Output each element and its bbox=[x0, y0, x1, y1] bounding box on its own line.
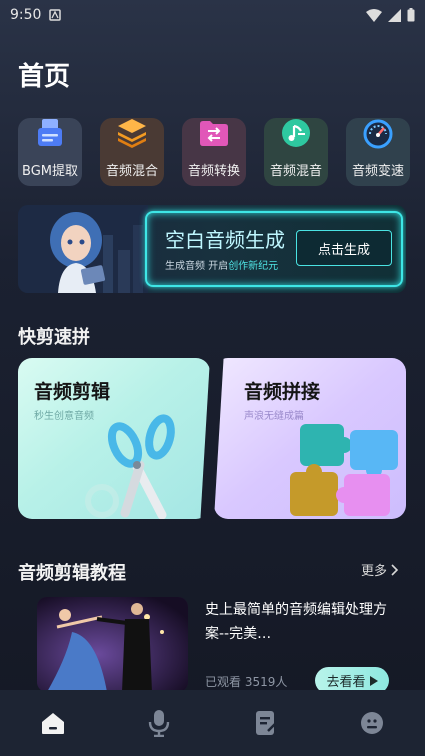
tool-label: 音频混音 bbox=[269, 164, 322, 179]
status-time: 9:50 bbox=[10, 7, 42, 23]
bottom-tab-bar bbox=[0, 690, 425, 756]
signal-icon bbox=[388, 8, 401, 22]
wifi-icon bbox=[366, 8, 382, 22]
banner-subtitle: 生成音频 开启创作新纪元 bbox=[165, 257, 278, 272]
layers-icon bbox=[118, 119, 146, 148]
view-count: 已观看 3519人 bbox=[205, 675, 288, 689]
tab-profile[interactable] bbox=[352, 703, 392, 743]
quick-section-title: 快剪速拼 bbox=[18, 327, 90, 348]
more-label: 更多 bbox=[361, 564, 388, 579]
speedometer-icon bbox=[363, 119, 393, 149]
notification-icon bbox=[49, 9, 62, 21]
tutorial-video-thumbnail[interactable] bbox=[37, 597, 188, 692]
banner-character-illustration bbox=[18, 205, 148, 293]
tool-audio-mix-button[interactable]: 音频混合 bbox=[100, 118, 164, 186]
tab-record[interactable] bbox=[139, 703, 179, 743]
battery-icon bbox=[407, 8, 415, 22]
card-title: 音频剪辑 bbox=[34, 381, 111, 403]
more-link[interactable]: 更多 bbox=[361, 560, 399, 579]
folder-swap-icon bbox=[200, 121, 228, 146]
card-title: 音频拼接 bbox=[244, 381, 321, 403]
banner-title: 空白音频生成 bbox=[165, 228, 285, 252]
tab-notes[interactable] bbox=[246, 703, 286, 743]
banner-subtitle-highlight: 创作新纪元 bbox=[228, 261, 279, 272]
tool-label: 音频混合 bbox=[105, 164, 158, 179]
document-stack-icon bbox=[38, 119, 62, 146]
tool-grid: BGM提取 音频混合 音频转换 音频混音 音频变速 bbox=[18, 118, 410, 186]
microphone-icon bbox=[149, 710, 170, 737]
tool-label: BGM提取 bbox=[22, 164, 78, 179]
puzzle-icon bbox=[290, 424, 398, 516]
banner-subtitle-prefix: 生成音频 开启 bbox=[165, 261, 229, 272]
tool-bgm-extract-button[interactable]: BGM提取 bbox=[18, 118, 82, 186]
tool-audio-speed-button[interactable]: 音频变速 bbox=[346, 118, 410, 186]
tool-label: 音频变速 bbox=[351, 164, 404, 179]
tutorial-section-title: 音频剪辑教程 bbox=[18, 563, 126, 584]
status-bar: 9:50 bbox=[0, 0, 425, 30]
tab-home[interactable] bbox=[33, 703, 73, 743]
profile-icon bbox=[360, 712, 383, 734]
home-icon bbox=[42, 713, 65, 734]
play-icon bbox=[369, 675, 378, 686]
page-title: 首页 bbox=[18, 62, 71, 92]
tool-audio-remix-button[interactable]: 音频混音 bbox=[264, 118, 328, 186]
dancers-thumbnail-image bbox=[37, 597, 188, 692]
tool-audio-convert-button[interactable]: 音频转换 bbox=[182, 118, 246, 186]
watch-label: 去看看 bbox=[326, 675, 366, 690]
tool-label: 音频转换 bbox=[187, 164, 240, 179]
audio-join-card[interactable]: 音频拼接 声浪无缝成篇 bbox=[214, 358, 406, 519]
generate-button[interactable]: 点击生成 bbox=[296, 230, 392, 266]
music-note-icon bbox=[282, 119, 310, 147]
tutorial-video-title[interactable]: 史上最简单的音频编辑处理方案--完美… bbox=[205, 598, 390, 646]
scissors-icon bbox=[85, 414, 175, 519]
note-edit-icon bbox=[255, 711, 276, 735]
audio-edit-card[interactable]: 音频剪辑 秒生创意音频 bbox=[18, 358, 210, 519]
chevron-right-icon bbox=[391, 563, 399, 576]
